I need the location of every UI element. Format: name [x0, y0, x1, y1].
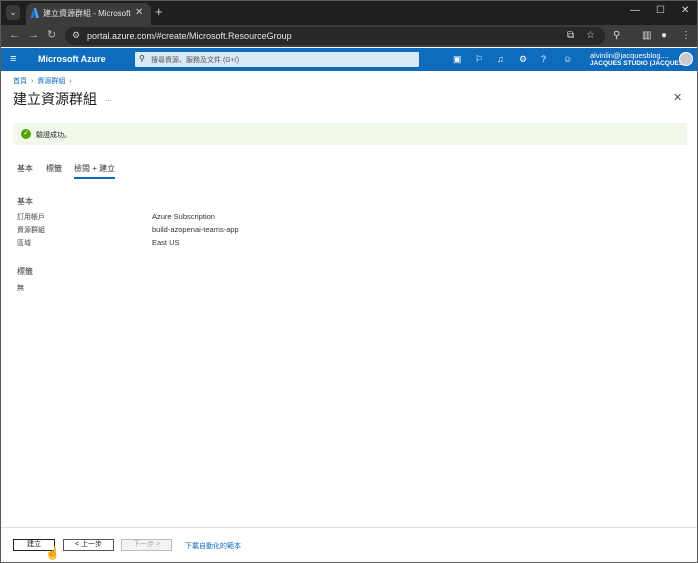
cloud-shell-icon[interactable]: ▣ [453, 54, 462, 65]
close-window-icon[interactable]: ✕ [681, 5, 689, 17]
search-placeholder: 搜尋資源、服務及文件 (G+/) [151, 57, 240, 64]
field-value-subscription: Azure Subscription [152, 212, 215, 221]
field-label-subscription: 訂用帳戶 [17, 214, 45, 221]
new-tab-icon[interactable]: + [155, 5, 163, 19]
user-email[interactable]: alvinlin@jacquesblog.... [590, 51, 669, 60]
user-directory[interactable]: JACQUES STUDIO (JACQUES... [590, 60, 689, 67]
validation-message: 驗證成功。 [36, 132, 71, 139]
breadcrumb-home[interactable]: 首頁 [13, 78, 27, 85]
more-options-icon[interactable]: ... [105, 94, 112, 103]
field-value-resource-group: build-azopenai-teams-app [152, 225, 239, 234]
footer-divider [1, 527, 697, 528]
tags-heading: 標籤 [17, 267, 33, 276]
forward-icon[interactable]: → [28, 29, 39, 42]
close-tab-icon[interactable]: ✕ [135, 7, 143, 19]
tab-review-create[interactable]: 檢閱 + 建立 [74, 163, 116, 179]
browser-tab-strip: ⌄ 建立資源群組 - Microsoft Azure ✕ + — ☐ ✕ [1, 1, 697, 25]
profile-icon[interactable]: ● [661, 29, 667, 42]
extensions-icon[interactable]: ⚲ [613, 29, 620, 42]
download-template-link[interactable]: 下載自動化的範本 [185, 541, 241, 551]
side-panel-icon[interactable]: ▥ [642, 29, 651, 42]
chevron-right-icon: › [31, 78, 34, 85]
validation-banner: ✓ 驗證成功。 [13, 123, 687, 145]
page-title: 建立資源群組 [13, 91, 97, 107]
maximize-icon[interactable]: ☐ [656, 5, 665, 17]
previous-button[interactable]: < 上一步 [63, 539, 114, 551]
install-app-icon[interactable]: ⧉ [567, 29, 574, 42]
browser-window: ⌄ 建立資源群組 - Microsoft Azure ✕ + — ☐ ✕ ← →… [0, 0, 698, 563]
field-label-resource-group: 資源群組 [17, 227, 45, 234]
breadcrumb-resource-groups[interactable]: 資源群組 [37, 78, 65, 85]
chevron-right-icon: › [69, 78, 72, 85]
chrome-menu-icon[interactable]: ⋮ [681, 29, 691, 42]
url-text: portal.azure.com/#create/Microsoft.Resou… [87, 31, 292, 41]
tab-search-chevron-icon[interactable]: ⌄ [6, 5, 20, 20]
search-icon: ⚲ [139, 54, 145, 63]
settings-gear-icon[interactable]: ⚙ [519, 54, 527, 65]
directory-filter-icon[interactable]: ⚐ [475, 54, 483, 65]
address-bar[interactable]: ⚙ portal.azure.com/#create/Microsoft.Res… [65, 27, 605, 45]
tab-basics[interactable]: 基本 [17, 163, 33, 174]
field-label-region: 區域 [17, 240, 31, 247]
pointer-cursor-icon: ☝ [45, 546, 60, 560]
back-icon[interactable]: ← [9, 29, 20, 42]
site-info-icon[interactable]: ⚙ [72, 30, 80, 41]
azure-logo-icon [30, 8, 39, 18]
minimize-icon[interactable]: — [630, 5, 640, 17]
success-check-icon: ✓ [21, 129, 31, 139]
tags-value: 無 [17, 285, 24, 292]
avatar[interactable] [679, 52, 693, 66]
close-blade-icon[interactable]: ✕ [673, 92, 682, 104]
field-value-region: East US [152, 238, 180, 247]
browser-toolbar: ← → ↻ ⚙ portal.azure.com/#create/Microso… [1, 25, 697, 47]
portal-menu-icon[interactable]: ≡ [10, 53, 16, 65]
feedback-icon[interactable]: ☺ [563, 54, 572, 65]
tab-tags[interactable]: 標籤 [46, 163, 62, 174]
breadcrumb: 首頁 › 資源群組 › [13, 76, 76, 86]
next-button[interactable]: 下一步 > [121, 539, 172, 551]
global-search-input[interactable]: ⚲ 搜尋資源、服務及文件 (G+/) [135, 52, 419, 67]
browser-tab[interactable]: 建立資源群組 - Microsoft Azure ✕ [26, 3, 151, 25]
azure-brand[interactable]: Microsoft Azure [38, 54, 106, 64]
notifications-bell-icon[interactable]: ♫ [497, 54, 504, 65]
bookmark-star-icon[interactable]: ☆ [586, 29, 595, 42]
reload-icon[interactable]: ↻ [47, 29, 56, 42]
tab-title: 建立資源群組 - Microsoft Azure [43, 9, 131, 18]
help-icon[interactable]: ? [541, 54, 546, 65]
basics-heading: 基本 [17, 197, 33, 206]
azure-top-bar: ≡ Microsoft Azure ⚲ 搜尋資源、服務及文件 (G+/) ▣ ⚐… [1, 48, 697, 71]
